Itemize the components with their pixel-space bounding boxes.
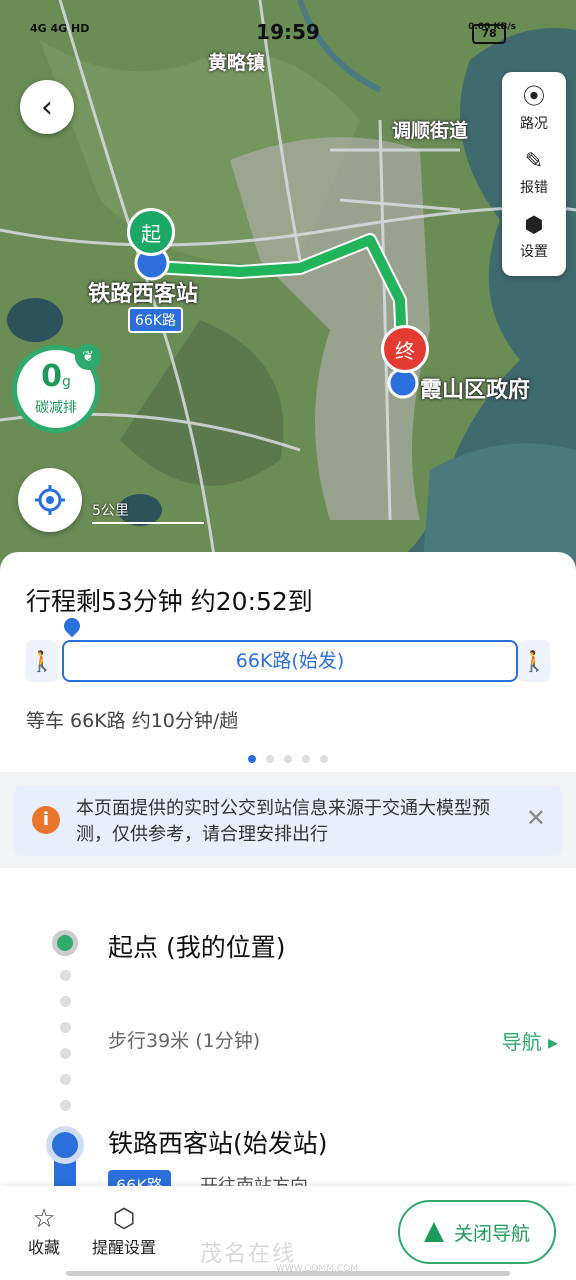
favorite-label: 收藏 [28, 1238, 61, 1257]
report-label: 报错 [520, 180, 548, 196]
remind-settings-button[interactable]: ⬡ 提醒设置 [92, 1204, 156, 1258]
chevron-left-icon: ‹ [41, 89, 53, 125]
remind-label: 提醒设置 [92, 1238, 157, 1257]
hexagon-icon: ⬢ [524, 213, 544, 238]
page-dot [266, 755, 274, 763]
timeline-station[interactable]: 铁路西客站(始发站) [108, 1124, 328, 1160]
leaf-icon: ❦ [75, 344, 101, 370]
timeline-dot [60, 996, 71, 1007]
info-notice: i 本页面提供的实时公交到站信息来源于交通大模型预测，仅供参考，请合理安排出行 … [14, 786, 562, 856]
navigate-label: 导航 [501, 1030, 542, 1054]
back-button[interactable]: ‹ [20, 80, 74, 134]
bus-station-node-icon [46, 1126, 84, 1164]
end-pin[interactable]: 终 [381, 325, 429, 373]
settings-button[interactable]: ⬢ 设置 [502, 206, 566, 270]
route-timeline: 起点 (我的位置) 步行39米 (1分钟) 导航 ▸ 铁路西客站(始发站) 66… [0, 868, 576, 1218]
walk-icon: 🚶 [518, 640, 550, 682]
traffic-button[interactable]: ⦿ 路况 [502, 78, 566, 142]
current-position-marker-icon [60, 614, 84, 638]
timeline-dot [60, 1074, 71, 1085]
map-label-town: 黄略镇 [208, 52, 266, 74]
timeline-dot [60, 1022, 71, 1033]
route-detail-card: 行程剩53分钟 约20:52到 🚶 66K路(始发) 🚶 等车 66K路 约10… [0, 552, 576, 1218]
notice-area: i 本页面提供的实时公交到站信息来源于交通大模型预测，仅供参考，请合理安排出行 … [0, 772, 576, 868]
close-icon[interactable]: ✕ [526, 804, 546, 832]
page-dot [320, 755, 328, 763]
map-scale: 5公里 [92, 500, 204, 524]
locate-button[interactable] [18, 468, 82, 532]
battery-icon: 78 [472, 24, 506, 44]
map-view[interactable]: 4G 4G HD 19:59 0.00 KB/s 78 黄略镇 调顺街道 ‹ ⦿… [0, 0, 576, 600]
navigate-link[interactable]: 导航 ▸ [502, 1026, 558, 1055]
timeline-dot [60, 1048, 71, 1059]
bus-segment[interactable]: 66K路(始发) [62, 640, 518, 682]
timeline-dot [60, 1100, 71, 1111]
star-icon: ☆ [32, 1204, 56, 1234]
map-label-street: 调顺街道 [392, 120, 469, 142]
end-station-label: 霞山区政府 [420, 378, 531, 403]
trip-summary: 行程剩53分钟 约20:52到 [26, 587, 313, 616]
walk-icon: 🚶 [26, 640, 58, 682]
close-navigation-button[interactable]: 关闭导航 [398, 1200, 556, 1264]
hexagon-settings-icon: ⬡ [112, 1204, 136, 1234]
navigation-arrow-icon [423, 1222, 444, 1242]
settings-label: 设置 [520, 244, 548, 260]
info-icon: i [32, 806, 60, 834]
start-station-label: 铁路西客站 [88, 282, 199, 307]
favorite-button[interactable]: ☆ 收藏 [28, 1204, 60, 1258]
carbon-unit: g [61, 373, 71, 390]
status-bar: 4G 4G HD 19:59 0.00 KB/s 78 [0, 0, 576, 60]
report-button[interactable]: ✎ 报错 [502, 142, 566, 206]
page-dot-active [248, 755, 256, 763]
timeline-start: 起点 (我的位置) [108, 933, 286, 962]
carbon-value: 0g [41, 358, 71, 397]
traffic-label: 路况 [520, 116, 548, 132]
carbon-number: 0 [41, 358, 62, 394]
traffic-icon: ⦿ [522, 85, 545, 110]
map-tools-panel: ⦿ 路况 ✎ 报错 ⬢ 设置 [502, 72, 566, 276]
home-indicator[interactable] [66, 1271, 510, 1276]
edit-icon: ✎ [524, 149, 544, 174]
carbon-reduction-badge[interactable]: ❦ 0g 碳减排 [12, 344, 101, 433]
start-pin[interactable]: 起 [127, 208, 175, 256]
wait-info: 等车 66K路 约10分钟/趟 [26, 710, 239, 732]
notice-text: 本页面提供的实时公交到站信息来源于交通大模型预测，仅供参考，请合理安排出行 [76, 798, 490, 845]
route-segments[interactable]: 🚶 66K路(始发) 🚶 [26, 614, 550, 682]
page-dot [284, 755, 292, 763]
locate-icon [35, 485, 65, 515]
bottom-action-bar: ☆ 收藏 ⬡ 提醒设置 茂名在线 WWW.GDMM.COM 关闭导航 [0, 1186, 576, 1280]
carbon-label: 碳减排 [35, 399, 77, 416]
page-dot [302, 755, 310, 763]
page-indicator [0, 748, 576, 767]
route-tag: 66K路 [128, 307, 183, 333]
satellite-map [0, 0, 576, 600]
walk-step: 步行39米 (1分钟) [108, 1030, 261, 1052]
timeline-dot [60, 970, 71, 981]
close-navigation-label: 关闭导航 [453, 1222, 530, 1245]
start-node-icon [52, 930, 78, 956]
